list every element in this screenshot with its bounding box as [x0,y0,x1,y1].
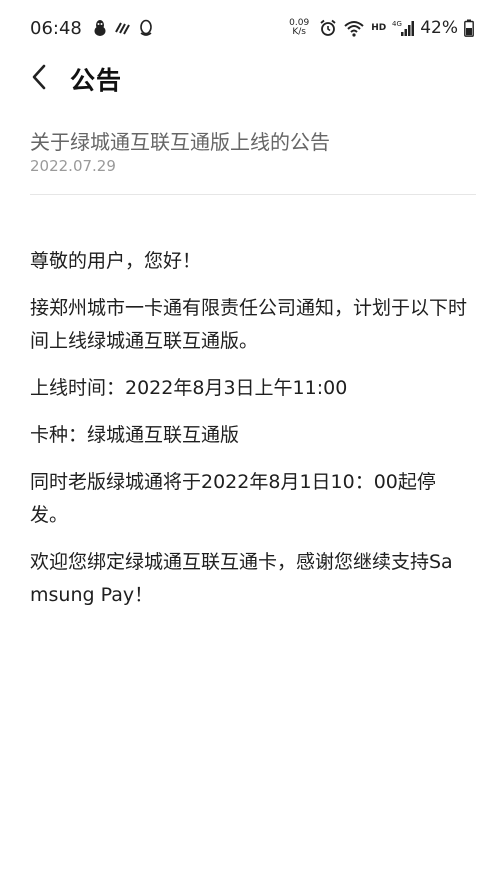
alarm-icon [319,19,337,37]
article-body: 尊敬的用户，您好！ 接郑州城市一卡通有限责任公司通知，计划于以下时间上线绿城通互… [30,245,470,626]
back-button[interactable] [22,60,56,94]
article-paragraph-thanks: 欢迎您绑定绿城通互联互通卡，感谢您继续支持Samsung Pay！ [30,551,453,606]
article-title: 关于绿城通互联互通版上线的公告 [30,130,330,154]
wifi-icon [343,19,365,37]
battery-percent: 42% [420,18,458,38]
article-paragraph-card-type: 卡种：绿城通互联互通版 [30,424,240,446]
status-right: 0.09 K/s HD 4G 42% [289,18,474,38]
status-bar: 06:48 0.09 K/s HD 4G 42% [0,0,500,56]
status-time: 06:48 [30,17,82,39]
article-paragraph-launch-time: 上线时间：2022年8月3日上午11:00 [30,377,348,399]
hd-label: HD [371,23,387,33]
status-left: 06:48 [30,18,160,39]
qq-icon [138,19,154,37]
article-paragraph-greeting: 尊敬的用户，您好！ [30,250,202,272]
svg-text:4G: 4G [392,20,402,28]
4g-signal-icon: 4G [392,19,415,37]
net-speed: 0.09 K/s [289,19,309,37]
qq-penguin-icon [92,19,108,37]
nfc-wave-icon [114,20,132,36]
article-date: 2022.07.29 [30,157,116,175]
battery-icon [464,19,474,37]
article-paragraph-notice: 接郑州城市一卡通有限责任公司通知，计划于以下时间上线绿城通互联互通版。 [30,297,468,352]
chevron-left-icon [30,63,48,91]
divider [30,194,476,195]
page-title: 公告 [70,66,123,95]
net-speed-unit: K/s [292,27,306,37]
app-header: 公告 [0,56,500,98]
article-paragraph-old-card: 同时老版绿城通将于2022年8月1日10：00起停发。 [30,471,436,526]
